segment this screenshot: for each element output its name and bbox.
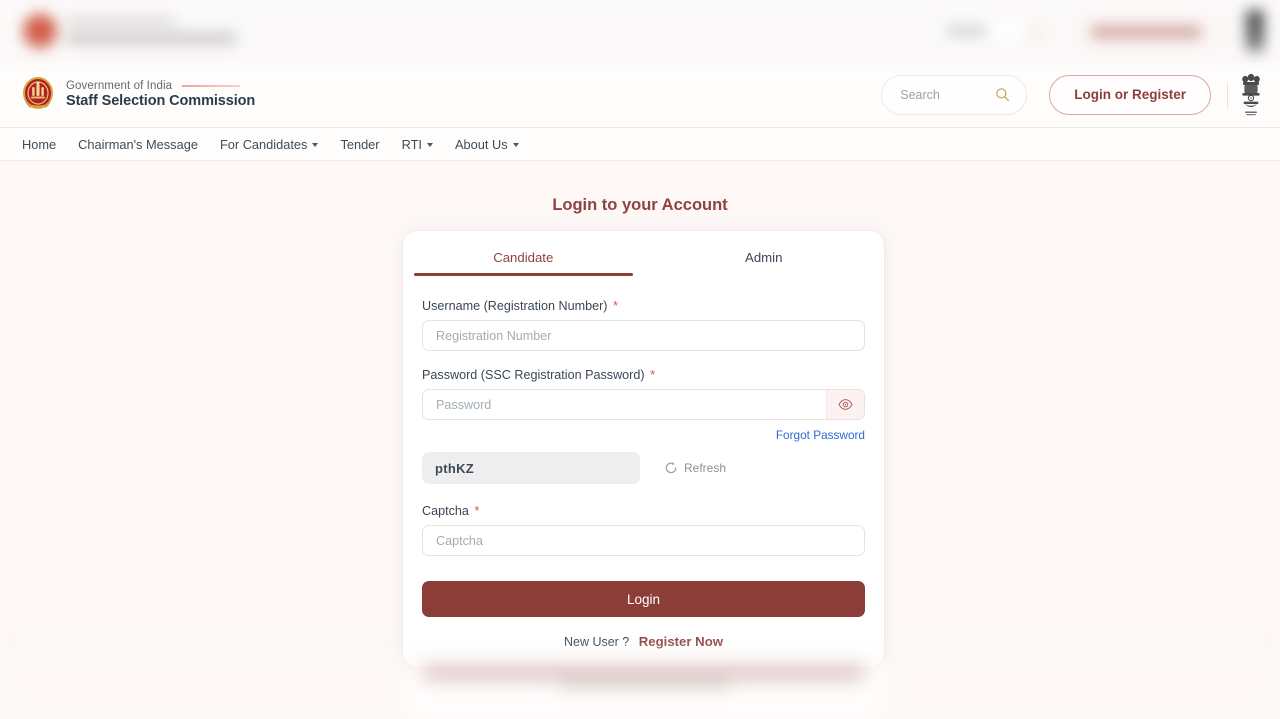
register-now-link[interactable]: Register Now [639,634,723,649]
password-label: Password (SSC Registration Password) * [422,367,865,382]
captcha-input[interactable] [422,525,865,556]
nav-item-home[interactable]: Home [22,137,56,152]
password-input[interactable] [423,390,826,419]
login-or-register-button[interactable]: Login or Register [1049,74,1211,115]
login-form: Username (Registration Number) * Passwor… [403,276,884,649]
chevron-down-icon [312,143,319,147]
chevron-down-icon [426,143,433,147]
nav-item-about-us[interactable]: About Us [455,137,519,152]
required-asterisk: * [474,503,480,518]
brand-rule [182,85,241,87]
blurred-veil [0,648,1280,719]
header-actions: Login or Register [881,72,1262,118]
nav-item-for-candidates[interactable]: For Candidates [220,137,319,152]
login-submit-button[interactable]: Login [422,581,865,617]
ssc-emblem-icon [22,76,54,113]
blurred-search-icon [1030,26,1042,38]
password-label-text: Password (SSC Registration Password) [422,368,645,382]
primary-navigation: Home Chairman's Message For Candidates T… [0,128,1280,161]
nav-item-chairmans-message[interactable]: Chairman's Message [78,137,198,152]
organization-name: Staff Selection Commission [66,93,256,109]
eye-icon [838,397,853,412]
refresh-captcha-button[interactable]: Refresh [658,460,732,476]
browser-viewport: Government of India Staff Selection Comm… [0,0,1280,719]
site-header: Government of India Staff Selection Comm… [0,62,1280,128]
blurred-government-line [66,16,174,25]
blurred-header-overlay [0,0,1280,62]
tab-label: Admin [745,250,783,265]
nav-item-rti[interactable]: RTI [402,137,433,152]
captcha-label: Captcha * [422,503,865,518]
required-asterisk: * [650,367,656,382]
new-user-row: New User ? Register Now [422,634,865,649]
new-user-text: New User ? [563,635,630,649]
nav-item-label: About Us [454,136,508,152]
blurred-organization-name [66,32,236,45]
tab-admin[interactable]: Admin [644,231,885,276]
blurred-national-emblem-icon [1246,10,1264,52]
password-field-wrapper [422,389,865,420]
captcha-challenge-row: pthKZ Refresh [422,452,865,484]
forgot-password-row: Forgot Password [422,426,865,444]
nav-item-label: Chairman's Message [78,136,198,152]
blurred-login-register-label [1090,26,1202,38]
search-box[interactable] [881,74,1028,115]
nav-item-label: Home [22,136,57,152]
search-input[interactable] [900,87,993,102]
login-tabs: Candidate Admin [403,231,884,276]
brand-logo[interactable]: Government of India Staff Selection Comm… [22,76,256,113]
login-card: Candidate Admin Username (Registration N… [403,231,884,667]
forgot-password-link[interactable]: Forgot Password [776,428,865,442]
refresh-icon [664,461,678,475]
blurred-search-placeholder [945,26,987,36]
username-input[interactable] [422,320,865,351]
required-asterisk: * [612,298,619,313]
national-emblem-icon [1240,72,1262,118]
blurred-header-divider [1234,20,1235,44]
username-label-text: Username (Registration Number) [422,299,608,313]
search-icon[interactable] [995,87,1010,102]
blurred-ssc-emblem-icon [22,13,58,51]
government-line: Government of India [66,80,173,92]
page-title: Login to your Account [552,196,728,214]
nav-item-label: For Candidates [219,136,308,152]
tab-label: Candidate [493,250,554,265]
nav-item-label: RTI [401,136,422,152]
nav-item-label: Tender [340,136,380,152]
main-content: Login to your Account Candidate Admin Us… [0,161,1280,719]
nav-item-tender[interactable]: Tender [340,137,379,152]
blurred-bottom-overlay [0,648,1280,719]
tab-candidate[interactable]: Candidate [403,231,644,276]
captcha-label-text: Captcha [422,504,469,518]
chevron-down-icon [512,143,519,147]
captcha-image: pthKZ [422,452,640,484]
toggle-password-visibility-button[interactable] [826,390,864,419]
username-label: Username (Registration Number) * [422,298,865,313]
header-divider [1227,81,1228,108]
refresh-label: Refresh [684,461,727,475]
